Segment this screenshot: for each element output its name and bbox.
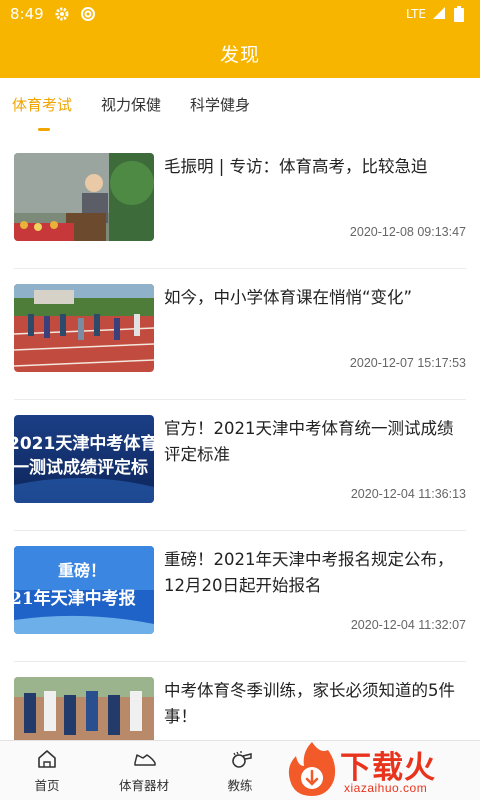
article-title: 毛振明 | 专访：体育高考，比较急迫 xyxy=(164,157,428,176)
article-date: 2020-12-04 11:36:13 xyxy=(350,487,466,501)
thumbnail-caption-line-2: 一测试成绩评定标 xyxy=(14,457,148,478)
article-title: 中考体育冬季训练，家长必须知道的5件事！ xyxy=(164,681,455,726)
gear-icon xyxy=(54,6,70,22)
thumbnail-caption-line-1: 2021天津中考体育 xyxy=(14,433,154,454)
watermark-url: xiazaihuo.com xyxy=(344,781,428,795)
nav-equipment[interactable]: 体育器材 xyxy=(99,741,189,800)
article-thumbnail: 重磅！ 21年天津中考报 xyxy=(14,546,154,634)
article-thumbnail xyxy=(14,153,154,241)
article-date: 2020-12-07 15:17:53 xyxy=(349,356,466,370)
article-title: 官方！2021天津中考体育统一测试成绩评定标准 xyxy=(164,419,454,464)
nav-coach[interactable]: 教练 xyxy=(195,741,285,800)
page-title: 发现 xyxy=(219,43,260,66)
tab-eye-care[interactable]: 视力保健 xyxy=(101,94,161,115)
home-icon xyxy=(36,749,58,769)
active-tab-indicator xyxy=(38,128,50,131)
whistle-icon xyxy=(229,749,252,769)
status-bar: 8:49 LTE xyxy=(0,0,480,28)
tab-sports-exam[interactable]: 体育考试 xyxy=(12,94,72,115)
signal-icon xyxy=(432,6,448,22)
article-thumbnail xyxy=(14,284,154,372)
category-tabs: 体育考试 视力保健 科学健身 xyxy=(0,78,480,138)
article-title: 如今，中小学体育课在悄悄“变化” xyxy=(164,288,413,307)
nav-equipment-label: 体育器材 xyxy=(118,777,169,793)
article-date: 2020-12-04 11:32:07 xyxy=(350,618,466,632)
nav-coach-label: 教练 xyxy=(227,777,253,793)
thumbnail-caption-line-1: 重磅！ xyxy=(58,561,106,580)
flame-logo-icon xyxy=(288,742,336,796)
nav-home-label: 首页 xyxy=(34,777,60,793)
network-label: LTE xyxy=(406,7,426,21)
battery-icon xyxy=(454,6,470,22)
article-list: 毛振明 | 专访：体育高考，比较急迫 2020-12-08 09:13:47 如… xyxy=(0,138,480,793)
status-time: 8:49 xyxy=(10,5,44,23)
thumbnail-caption-line-2: 21年天津中考报 xyxy=(14,588,136,609)
sync-icon xyxy=(80,6,96,22)
tab-fitness[interactable]: 科学健身 xyxy=(190,94,250,115)
list-item[interactable]: 毛振明 | 专访：体育高考，比较急迫 2020-12-08 09:13:47 xyxy=(14,138,466,269)
nav-home[interactable]: 首页 xyxy=(2,741,92,800)
list-item[interactable]: 2021天津中考体育 一测试成绩评定标 官方！2021天津中考体育统一测试成绩评… xyxy=(14,400,466,531)
article-thumbnail: 2021天津中考体育 一测试成绩评定标 xyxy=(14,415,154,503)
sneaker-icon xyxy=(133,749,156,769)
article-date: 2020-12-08 09:13:47 xyxy=(349,225,466,239)
list-item[interactable]: 重磅！ 21年天津中考报 重磅！2021年天津中考报名规定公布，12月20日起开… xyxy=(14,531,466,662)
article-title: 重磅！2021年天津中考报名规定公布，12月20日起开始报名 xyxy=(164,550,454,595)
list-item[interactable]: 如今，中小学体育课在悄悄“变化” 2020-12-07 15:17:53 xyxy=(14,269,466,400)
watermark: 下载火 xiazaihuo.com xyxy=(282,738,480,800)
app-header: 发现 xyxy=(0,28,480,78)
